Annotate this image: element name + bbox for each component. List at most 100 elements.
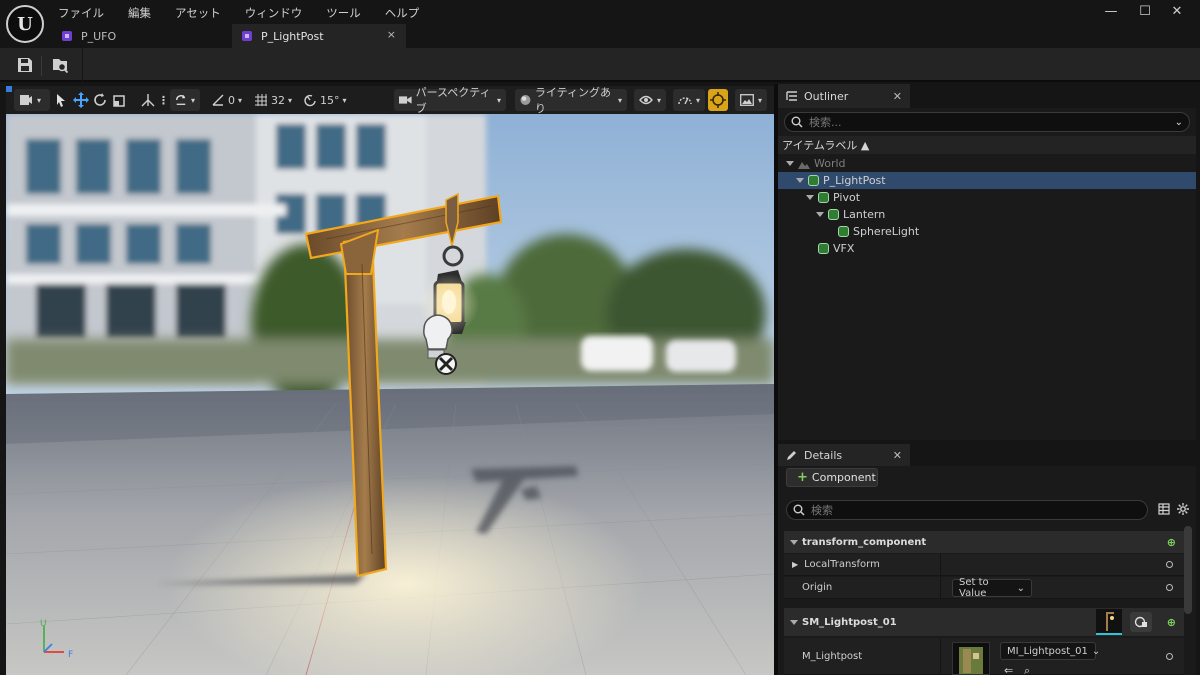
close-tab-icon[interactable]: × [387,28,396,41]
title-bar: U ファイル 編集 アセット ウィンドウ ツール ヘルプ — ☐ ✕ P_UFO… [0,0,1200,48]
tree-item-pivot[interactable]: Pivot [778,189,1196,206]
add-icon: + [797,470,808,485]
level-icon [242,31,252,41]
expand-arrow-icon[interactable] [796,178,804,183]
close-tab-icon[interactable]: ✕ [893,449,902,462]
mesh-thumbnail[interactable] [1096,609,1122,635]
local-transform-row[interactable]: ▶ LocalTransform [784,554,1184,576]
browse-asset-icon[interactable]: ⌕ [1024,664,1030,675]
chevron-down-icon: ▾ [656,95,661,105]
menu-file[interactable]: ファイル [56,4,114,23]
chevron-down-icon: ▾ [617,95,622,105]
outliner-column-header[interactable]: アイテムラベル ▲ [778,136,1196,154]
expand-arrow-icon[interactable] [806,195,814,200]
menu-edit[interactable]: 編集 [126,4,161,23]
outliner-search-placeholder: 検索... [809,116,842,129]
view-mode-dropdown[interactable]: パースペクティブ ▾ [394,86,506,115]
details-scrollbar[interactable] [1184,526,1192,614]
translate-tool[interactable] [70,89,92,111]
viewport-scene[interactable]: U F [6,114,774,675]
add-icon[interactable]: ⊕ [1167,616,1176,629]
viewport-options-button[interactable]: ▾ [14,89,50,111]
add-icon[interactable]: ⊕ [1167,536,1176,549]
chevron-down-icon: ⌄ [1016,582,1025,594]
reset-icon[interactable] [1166,653,1173,660]
origin-row[interactable]: Origin Set to Value ⌄ [784,577,1184,599]
unreal-logo-icon[interactable]: U [6,5,44,43]
gauge-icon [678,97,692,105]
angle-snap-icon [212,94,224,106]
lightpost-thumbnail-icon [1106,612,1114,631]
menu-asset[interactable]: アセット [173,4,231,23]
tab-p-ufo[interactable]: P_UFO [52,24,232,48]
grid-snap-button[interactable]: 32 ▾ [251,89,295,111]
expand-arrow-icon[interactable] [786,161,794,166]
gear-icon[interactable] [1176,502,1190,516]
toolbar-divider [82,48,83,82]
menu-window[interactable]: ウィンドウ [243,4,313,23]
viewport-options-icon [20,95,32,105]
tab-label: P_LightPost [261,29,324,43]
expand-arrow-icon[interactable]: ▶ [792,560,798,569]
tree-item-lantern[interactable]: Lantern [778,206,1196,223]
close-tab-icon[interactable]: ✕ [893,90,902,103]
chevron-down-icon: ▾ [757,95,762,105]
tree-item-spherelight[interactable]: SphereLight [778,223,1196,240]
menu-tools[interactable]: ツール [324,4,371,23]
level-viewport[interactable]: U F [6,114,774,675]
origin-dropdown[interactable]: Set to Value ⌄ [952,577,1032,599]
expand-arrow-icon[interactable] [790,539,798,545]
expand-arrow-icon[interactable] [790,619,798,625]
transform-component-header[interactable]: transform_component ⊕ [784,531,1184,553]
column-divider [940,554,941,576]
scale-tool[interactable] [110,89,130,111]
add-component-button[interactable]: + Component [786,468,878,487]
details-pencil-icon [787,451,796,460]
realtime-toggle[interactable] [708,89,728,111]
tab-p-lightpost[interactable]: P_LightPost × [232,24,406,48]
show-flags-button[interactable]: ▾ [634,89,666,111]
outliner-search-input[interactable]: 検索... ⌄ [784,112,1190,132]
lighting-mode-dropdown[interactable]: ライティングあり ▾ [515,86,627,115]
reset-icon[interactable] [1166,561,1173,568]
minimize-button[interactable]: — [1100,2,1122,22]
maximize-button[interactable]: ☐ [1134,2,1156,22]
actor-icon [828,209,839,220]
tab-details[interactable]: Details ✕ [778,444,910,466]
browse-asset-icon[interactable] [51,56,69,74]
reset-icon[interactable] [1166,584,1173,591]
surface-snap-button[interactable]: ▾ [170,89,200,111]
tree-item-p-lightpost[interactable]: P_LightPost [778,172,1196,189]
select-tool[interactable] [52,89,70,111]
performance-button[interactable]: ▾ [673,89,705,111]
angle-snap-button[interactable]: 0 ▾ [208,89,245,111]
actor-icon [818,192,829,203]
menu-help[interactable]: ヘルプ [383,4,430,23]
world-icon [798,161,810,169]
material-row[interactable]: M_Lightpost MI_Lightpost_01 ⌄ ⇐ ⌕ [784,638,1184,675]
tree-item-label: VFX [833,242,855,255]
mesh-component-header[interactable]: SM_Lightpost_01 ⊕ [784,608,1184,636]
chevron-down-icon[interactable]: ⌄ [1175,117,1183,128]
outliner-tab-label: Outliner [804,89,849,103]
tab-outliner[interactable]: Outliner ✕ [778,84,910,108]
save-icon[interactable] [16,56,34,74]
details-search-input[interactable]: 検索 [786,500,1148,520]
table-view-icon[interactable] [1158,503,1170,515]
close-window-button[interactable]: ✕ [1166,2,1188,22]
tree-item-label: SphereLight [853,225,920,238]
rotate-icon [94,93,106,106]
rotate-tool[interactable] [90,89,110,111]
screenshot-button[interactable]: ▾ [735,89,767,111]
material-thumbnail[interactable] [952,642,990,675]
main-toolbar [0,48,1200,82]
transform-space-button[interactable]: ⋮ [138,89,172,111]
tree-item-vfx[interactable]: VFX [778,240,1196,257]
viewport-toolbar: ▾ ⋮ ▾ 0 ▾ 32 ▾ 15° ▾ パースペクティブ ▾ ライティングあり… [6,86,774,115]
browse-mesh-button[interactable] [1130,612,1152,632]
use-selected-asset-icon[interactable]: ⇐ [1004,664,1013,675]
rotation-snap-button[interactable]: 15° ▾ [300,89,350,111]
tree-item-world[interactable]: World [778,155,1196,172]
material-dropdown[interactable]: MI_Lightpost_01 ⌄ [1000,642,1100,660]
expand-arrow-icon[interactable] [816,212,824,217]
